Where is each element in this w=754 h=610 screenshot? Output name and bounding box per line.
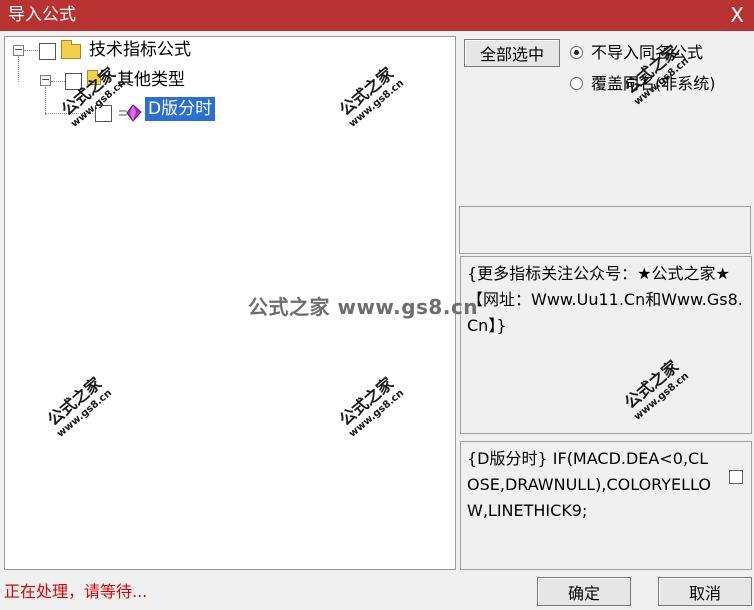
description-text: {更多指标关注公众号：★公式之家★【网址：Www.Uu11.Cn和Www.Gs8… [467,264,743,335]
folder-icon [61,40,81,59]
title-bar: 导入公式 X [0,0,754,31]
formula-box: {D版分时} IF(MACD.DEA<0,CLOSE,DRAWNULL),COL… [460,441,752,570]
watermark-brand: 公式之家 [43,373,105,430]
select-all-button[interactable]: 全部选中 [464,39,560,67]
tree-connector [24,50,38,51]
watermark: 公式之家 www.gs8.cn [332,59,407,130]
group-checkbox[interactable] [65,73,82,90]
cancel-button[interactable]: 取消 [658,577,752,606]
formula-text: {D版分时} IF(MACD.DEA<0,CLOSE,DRAWNULL),COL… [467,449,711,520]
close-icon[interactable]: X [730,0,744,31]
folder-icon [87,70,101,85]
tree-root-label[interactable]: 技术指标公式 [89,38,191,62]
formula-tree[interactable]: − 技术指标公式 − 其他类型 D版分时 公式之家 www.gs8.cn 公式之… [4,36,456,570]
empty-info-box [459,206,751,254]
window-title: 导入公式 [8,5,76,25]
tree-group-label[interactable]: 其他类型 [117,68,185,92]
watermark-site: www.gs8.cn [347,77,407,130]
tree-connector [45,87,46,115]
group-expander[interactable]: − [40,74,51,86]
status-text: 正在处理，请等待... [4,582,148,601]
watermark-site: www.gs8.cn [347,387,407,440]
radio-dot-icon[interactable] [570,46,583,59]
radio-overwrite-same-name[interactable]: 覆盖同名(非系统) [570,73,716,95]
radio-overwrite-label: 覆盖同名(非系统) [591,74,716,93]
radio-skip-same-name[interactable]: 不导入同名公式 [570,42,703,64]
watermark: 公式之家 www.gs8.cn [332,369,407,440]
formula-checkbox[interactable] [729,470,743,484]
tree-item-label[interactable]: D版分时 [145,97,216,121]
root-checkbox[interactable] [39,43,56,60]
description-box: {更多指标关注公众号：★公式之家★【网址：Www.Uu11.Cn和Www.Gs8… [460,256,752,434]
watermark: 公式之家 www.gs8.cn [40,369,115,440]
radio-dot-icon[interactable] [570,77,583,90]
root-expander[interactable]: − [13,44,24,56]
radio-skip-label: 不导入同名公式 [591,43,704,62]
watermark-brand: 公式之家 [335,63,397,120]
item-checkbox[interactable] [95,105,112,122]
watermark-site: www.gs8.cn [55,387,115,440]
formula-gem-icon [119,104,142,122]
tree-connector [45,113,93,114]
watermark-brand: 公式之家 [335,373,397,430]
confirm-button[interactable]: 确定 [537,577,631,606]
tree-connector [18,56,19,82]
tree-connector [51,81,65,82]
